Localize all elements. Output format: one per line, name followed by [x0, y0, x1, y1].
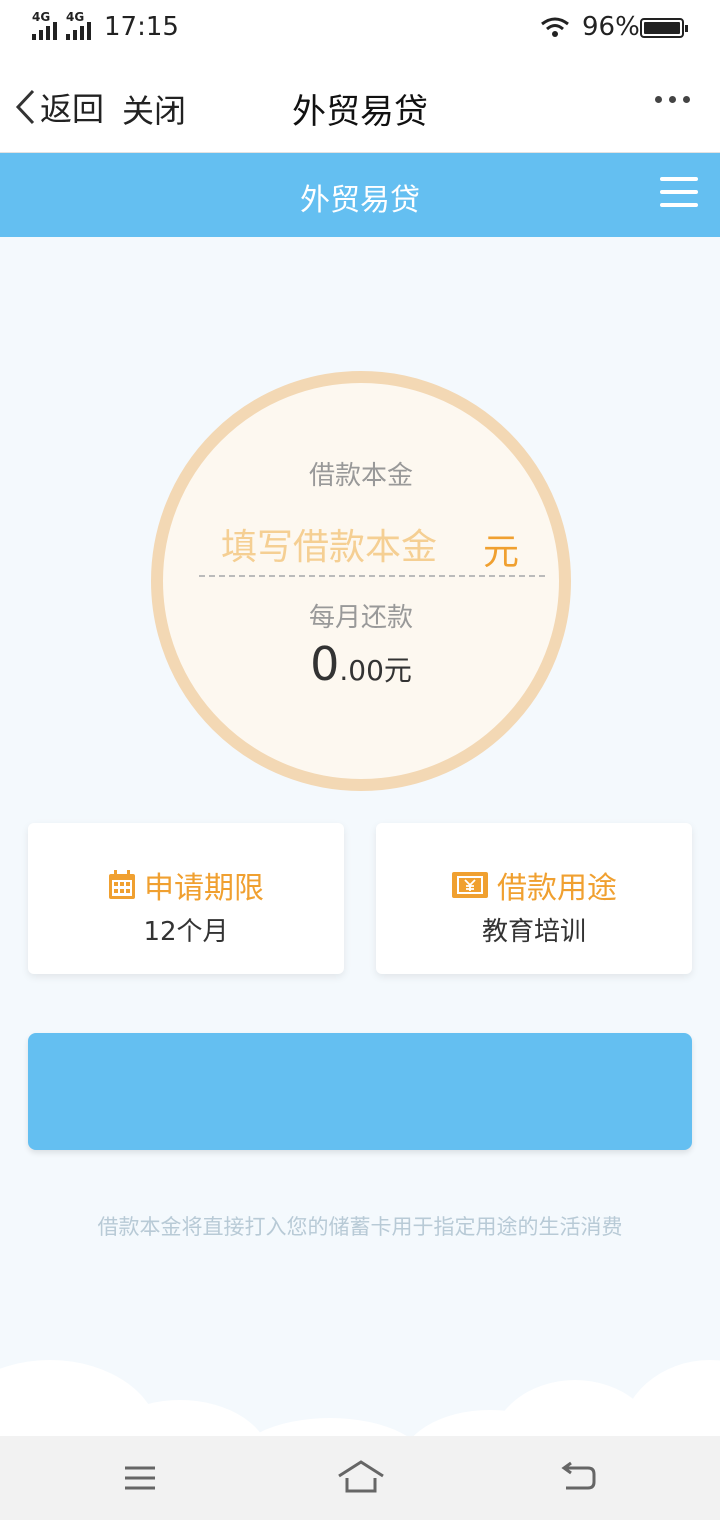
principal-input[interactable] [221, 523, 477, 571]
menu-icon[interactable] [660, 177, 698, 211]
app-header: 外贸易贷 [0, 153, 720, 237]
home-icon[interactable] [336, 1458, 386, 1498]
purpose-value: 教育培训 [481, 917, 586, 947]
signal-icon: 4G [66, 10, 96, 40]
monthly-payment-label: 每月还款 [308, 603, 413, 633]
recents-icon[interactable] [120, 1458, 160, 1498]
page-title: 外贸易贷 [292, 92, 428, 132]
more-options-icon[interactable] [655, 96, 690, 103]
purpose-label: 借款用途 [497, 871, 617, 906]
principal-input-row: 元 [199, 519, 545, 577]
network-type-label: 4G [66, 10, 85, 24]
wifi-icon [541, 17, 569, 37]
monthly-payment-integer: 0 [310, 637, 340, 691]
purpose-card[interactable]: 借款用途 教育培训 [376, 823, 692, 974]
term-card[interactable]: 申请期限 12个月 [28, 823, 344, 974]
cloud-decoration [0, 1340, 720, 1520]
battery-icon [640, 18, 688, 38]
term-value: 12个月 [143, 917, 229, 947]
status-bar: 4G 4G 17:15 96% [0, 0, 720, 56]
yuan-ticket-icon [452, 872, 488, 898]
principal-label: 借款本金 [308, 461, 413, 491]
nav-bar: 返回 关闭 外贸易贷 [0, 56, 720, 153]
loan-calculator-circle: 借款本金 元 每月还款 0.00元 [151, 371, 571, 791]
calendar-icon [109, 870, 135, 899]
monthly-payment-fraction: .00元 [339, 654, 412, 687]
clock: 17:15 [104, 12, 179, 42]
back-nav-icon[interactable] [558, 1458, 598, 1498]
battery-percent: 96% [582, 12, 640, 42]
system-nav-bar [0, 1436, 720, 1520]
app-header-title: 外贸易贷 [300, 183, 420, 218]
network-type-label: 4G [32, 10, 51, 24]
monthly-payment-value: 0.00元 [163, 637, 559, 691]
principal-unit: 元 [483, 532, 520, 573]
submit-button[interactable] [28, 1033, 692, 1150]
signal-icon: 4G [32, 10, 62, 40]
term-label: 申请期限 [144, 871, 264, 906]
disclaimer-note: 借款本金将直接打入您的储蓄卡用于指定用途的生活消费 [97, 1215, 623, 1239]
